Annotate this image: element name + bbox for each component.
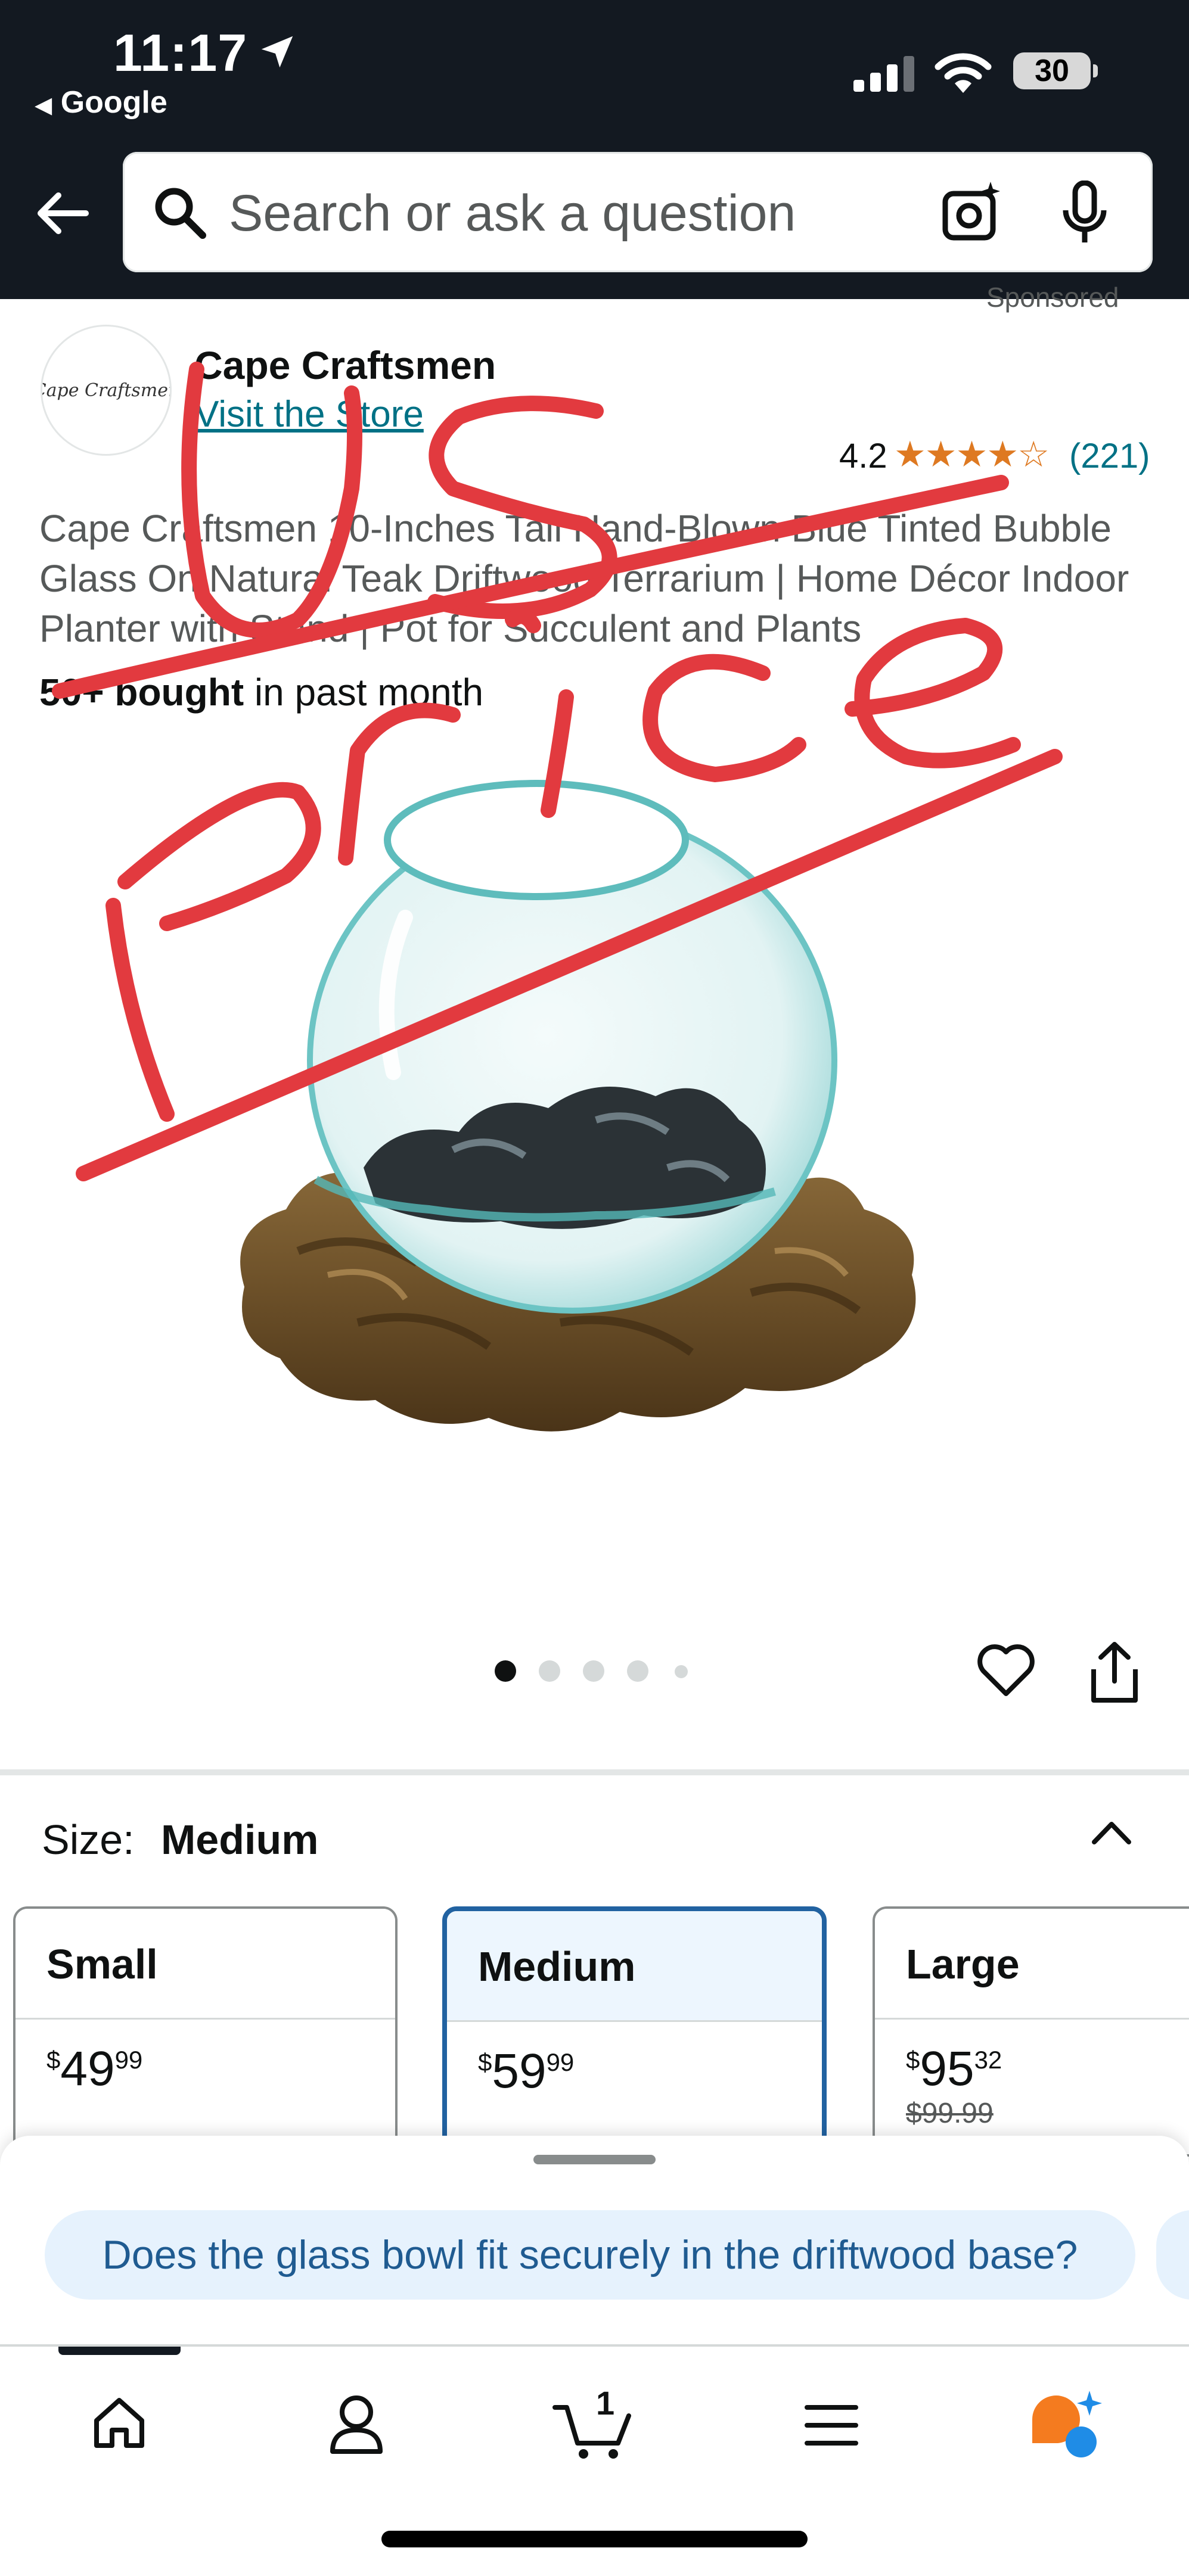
- size-label: Size:: [42, 1816, 135, 1863]
- size-selected-value: Medium: [161, 1816, 319, 1863]
- rufus-icon[interactable]: [1026, 2388, 1104, 2460]
- carousel-dot[interactable]: [583, 1660, 604, 1682]
- camera-search-icon[interactable]: [940, 181, 1004, 244]
- star-rating: ★★★★☆: [894, 434, 1050, 475]
- back-app-label: Google: [60, 85, 167, 120]
- size-option-name: Small: [15, 1909, 395, 2020]
- home-icon[interactable]: [89, 2393, 149, 2453]
- carousel-dot[interactable]: [675, 1665, 688, 1678]
- store-logo[interactable]: Cape Craftsmen: [41, 325, 172, 456]
- price-cents: 32: [974, 2046, 1002, 2074]
- sponsored-label[interactable]: Sponsored: [986, 281, 1119, 313]
- heart-icon[interactable]: [976, 1641, 1036, 1701]
- star-empty-icon: ☆: [1017, 434, 1050, 474]
- active-tab-indicator: [58, 2347, 181, 2355]
- signal-icon: [853, 56, 914, 92]
- home-indicator: [381, 2531, 808, 2547]
- size-option-was-price: $99.99: [906, 2098, 994, 2129]
- star-full-icon: ★: [986, 434, 1019, 474]
- carousel-dot[interactable]: [627, 1660, 648, 1682]
- wifi-icon: [935, 53, 992, 93]
- currency-symbol: $: [46, 2046, 61, 2074]
- cart-count-badge: 1: [596, 2384, 615, 2422]
- size-option-medium[interactable]: Medium $5999: [442, 1906, 827, 2157]
- size-option-name: Medium: [447, 1911, 822, 2022]
- search-input[interactable]: [228, 183, 945, 244]
- star-full-icon: ★: [894, 434, 926, 474]
- rating-count[interactable]: (221): [1069, 436, 1150, 476]
- product-title: Cape Craftsmen 10-Inches Tall Hand-Blown…: [39, 507, 1129, 650]
- size-option-large[interactable]: Large $9532 $99.99: [873, 1906, 1189, 2157]
- size-option-name: Large: [875, 1909, 1189, 2020]
- price-cents: 99: [546, 2048, 575, 2076]
- account-icon[interactable]: [327, 2393, 386, 2455]
- next-question-chip[interactable]: [1156, 2210, 1189, 2300]
- microphone-icon[interactable]: [1061, 181, 1109, 246]
- star-full-icon: ★: [955, 434, 988, 474]
- size-option-price: $5999: [447, 2022, 822, 2099]
- bought-count: 50+ bought in past month: [39, 670, 483, 714]
- rufus-suggestion-sheet: Does the glass bowl fit securely in the …: [0, 2136, 1189, 2350]
- menu-icon[interactable]: [805, 2401, 858, 2449]
- status-time: 11:17: [113, 23, 248, 82]
- size-option-price: $4999: [15, 2020, 395, 2097]
- star-full-icon: ★: [924, 434, 957, 474]
- currency-symbol: $: [906, 2046, 920, 2074]
- battery-indicator: 30: [1013, 52, 1091, 89]
- brand-name: Cape Craftsmen: [194, 343, 496, 387]
- price-cents: 99: [114, 2046, 143, 2074]
- header-bar: 11:17 ◀ Google 30: [0, 0, 1189, 299]
- bought-rest: in past month: [244, 671, 484, 714]
- back-triangle-icon: ◀: [35, 93, 52, 118]
- visit-store-link[interactable]: Visit the Store: [194, 393, 424, 435]
- sheet-drag-handle[interactable]: [533, 2155, 656, 2164]
- price-dollars: 95: [920, 2042, 974, 2096]
- back-to-app-link[interactable]: ◀ Google: [35, 85, 167, 120]
- price-dollars: 49: [60, 2042, 115, 2096]
- carousel-dot[interactable]: [539, 1660, 560, 1682]
- chevron-up-icon[interactable]: [1091, 1817, 1132, 1847]
- search-box[interactable]: [123, 152, 1153, 272]
- bought-bold: 50+ bought: [39, 671, 244, 714]
- annotation-letter-p: [105, 898, 175, 1122]
- carousel-dot-active[interactable]: [495, 1660, 516, 1682]
- location-arrow-icon: [261, 36, 293, 68]
- back-arrow-icon[interactable]: [35, 189, 89, 237]
- section-divider: [0, 1769, 1189, 1775]
- currency-symbol: $: [478, 2048, 492, 2076]
- size-option-small[interactable]: Small $4999: [13, 1906, 398, 2157]
- rating-value: 4.2: [839, 437, 887, 475]
- size-option-price: $9532: [875, 2020, 1189, 2097]
- price-dollars: 59: [492, 2044, 547, 2098]
- share-icon[interactable]: [1088, 1639, 1141, 1705]
- suggested-question-chip[interactable]: Does the glass bowl fit securely in the …: [45, 2210, 1135, 2300]
- battery-nub: [1093, 64, 1098, 77]
- cart-icon[interactable]: [551, 2395, 635, 2461]
- store-logo-text: Cape Craftsmen: [42, 379, 172, 401]
- search-icon: [155, 188, 206, 239]
- product-image[interactable]: [179, 739, 1013, 1573]
